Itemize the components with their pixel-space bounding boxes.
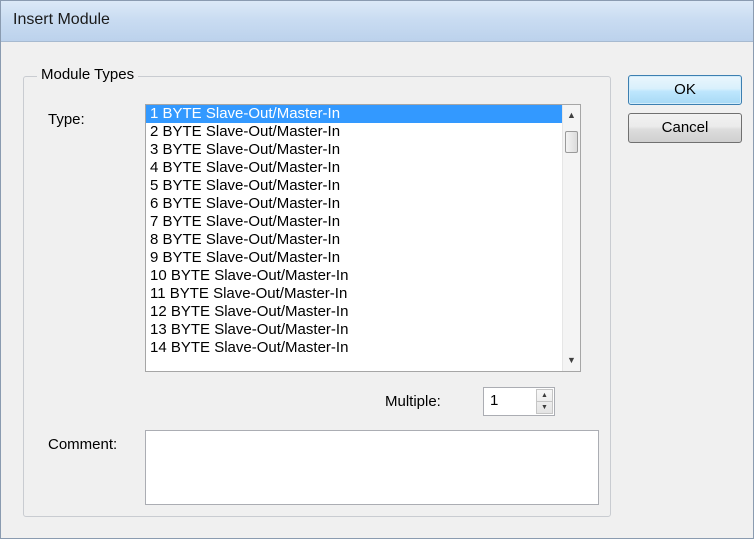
vertical-scrollbar[interactable]: ▲ ▼ <box>562 105 580 371</box>
multiple-stepper[interactable]: 1 ▲ ▼ <box>483 387 555 416</box>
type-list-items: 1 BYTE Slave-Out/Master-In 2 BYTE Slave-O… <box>146 105 562 371</box>
dialog-title: Insert Module <box>13 11 110 28</box>
list-item[interactable]: 7 BYTE Slave-Out/Master-In <box>146 213 562 231</box>
insert-module-dialog: Insert Module Module Types Type: 1 BYTE … <box>0 0 754 539</box>
scroll-up-icon[interactable]: ▲ <box>563 107 580 124</box>
cancel-button[interactable]: Cancel <box>628 113 742 143</box>
list-item[interactable]: 2 BYTE Slave-Out/Master-In <box>146 123 562 141</box>
spin-down-icon[interactable]: ▼ <box>537 402 552 413</box>
title-bar[interactable]: Insert Module <box>1 1 753 42</box>
spin-up-icon[interactable]: ▲ <box>537 390 552 402</box>
scroll-thumb[interactable] <box>565 131 578 153</box>
list-item[interactable]: 6 BYTE Slave-Out/Master-In <box>146 195 562 213</box>
type-label: Type: <box>48 111 85 128</box>
list-item[interactable]: 11 BYTE Slave-Out/Master-In <box>146 285 562 303</box>
comment-label: Comment: <box>48 436 118 453</box>
list-item[interactable]: 4 BYTE Slave-Out/Master-In <box>146 159 562 177</box>
multiple-label: Multiple: <box>385 393 441 410</box>
multiple-value[interactable]: 1 <box>490 392 498 409</box>
list-item[interactable]: 9 BYTE Slave-Out/Master-In <box>146 249 562 267</box>
spin-buttons: ▲ ▼ <box>536 389 553 414</box>
list-item[interactable]: 13 BYTE Slave-Out/Master-In <box>146 321 562 339</box>
list-item[interactable]: 1 BYTE Slave-Out/Master-In <box>146 105 562 123</box>
scroll-down-icon[interactable]: ▼ <box>563 352 580 369</box>
comment-field[interactable] <box>145 430 599 505</box>
type-listbox[interactable]: 1 BYTE Slave-Out/Master-In 2 BYTE Slave-O… <box>145 104 581 372</box>
list-item[interactable]: 12 BYTE Slave-Out/Master-In <box>146 303 562 321</box>
list-item[interactable]: 5 BYTE Slave-Out/Master-In <box>146 177 562 195</box>
list-item[interactable]: 14 BYTE Slave-Out/Master-In <box>146 339 562 357</box>
list-item[interactable]: 3 BYTE Slave-Out/Master-In <box>146 141 562 159</box>
module-types-label: Module Types <box>37 66 139 83</box>
list-item[interactable]: 10 BYTE Slave-Out/Master-In <box>146 267 562 285</box>
list-item[interactable]: 8 BYTE Slave-Out/Master-In <box>146 231 562 249</box>
ok-button[interactable]: OK <box>628 75 742 105</box>
